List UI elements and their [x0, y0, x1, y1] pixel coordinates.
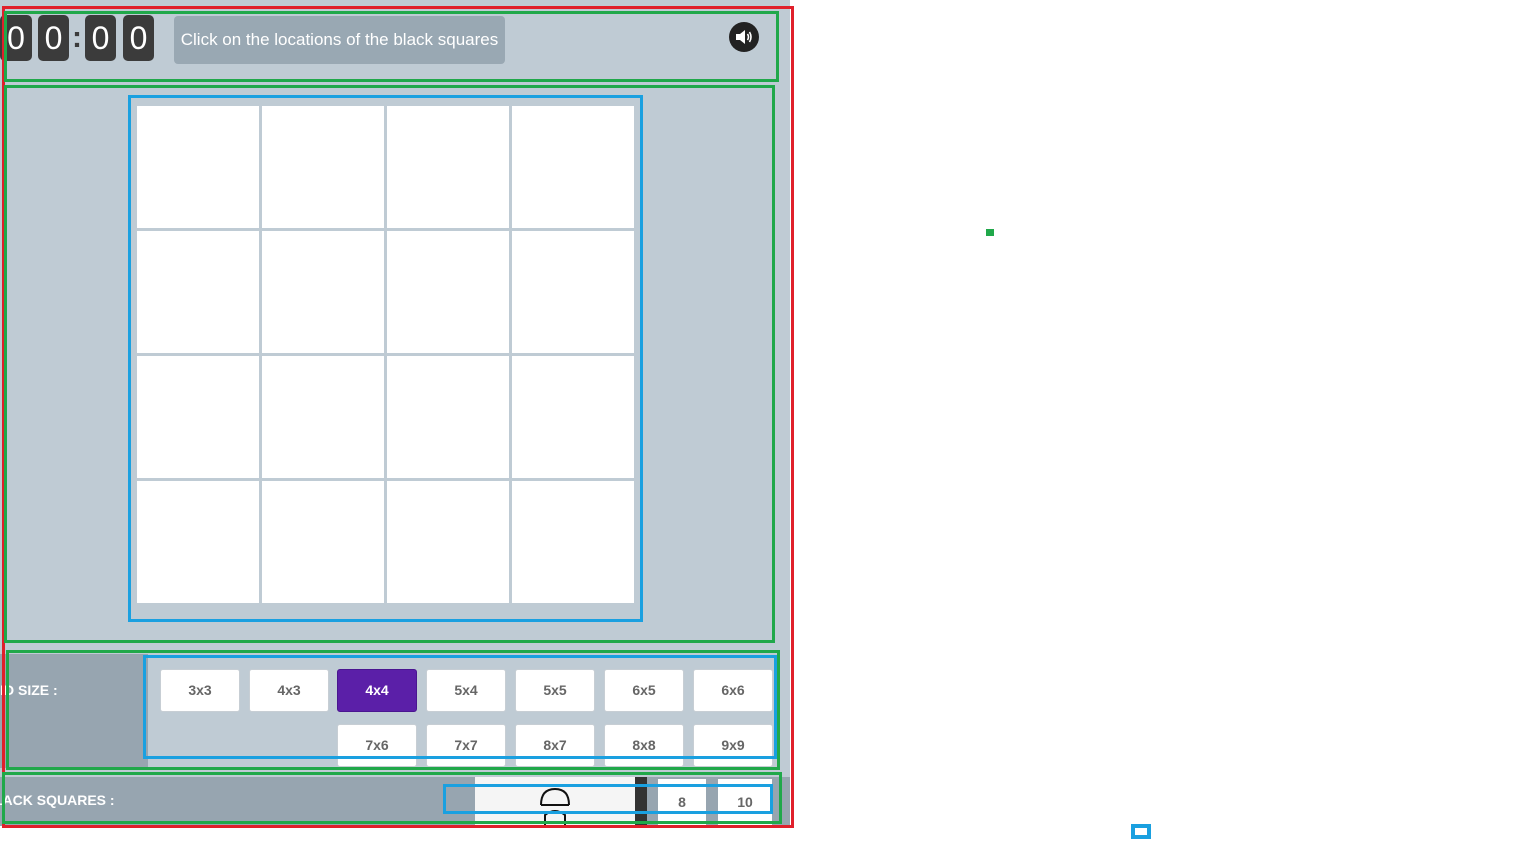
timer-digit: 0 — [123, 15, 154, 61]
grid-cell[interactable] — [387, 356, 509, 478]
sound-toggle-button[interactable] — [729, 22, 759, 52]
grid-size-panel: RID SIZE : 3x34x34x45x45x56x56x67x67x78x… — [0, 654, 790, 768]
grid-cell[interactable] — [512, 481, 634, 603]
timer-separator: : — [72, 21, 82, 54]
memory-grid — [130, 98, 640, 618]
grid-cell[interactable] — [387, 231, 509, 353]
grid-size-option-5x4[interactable]: 5x4 — [426, 669, 506, 712]
grid-size-option-7x7[interactable]: 7x7 — [426, 724, 506, 767]
annotation-marker — [986, 229, 994, 236]
grid-cell[interactable] — [262, 356, 384, 478]
instruction-banner: Click on the locations of the black squa… — [174, 16, 505, 64]
grid-cell[interactable] — [512, 356, 634, 478]
black-squares-option[interactable]: 10 — [718, 779, 772, 825]
grid-size-option-4x3[interactable]: 4x3 — [249, 669, 329, 712]
board-area — [0, 88, 790, 644]
game-header: 0 0 : 0 0 Click on the locations of the … — [0, 0, 790, 84]
grid-cell[interactable] — [262, 231, 384, 353]
grid-size-option-3x3[interactable]: 3x3 — [160, 669, 240, 712]
grid-size-option-5x5[interactable]: 5x5 — [515, 669, 595, 712]
grid-size-option-6x5[interactable]: 6x5 — [604, 669, 684, 712]
black-squares-panel: LACK SQUARES : 8 10 — [0, 777, 790, 826]
grid-cell[interactable] — [512, 106, 634, 228]
grid-cell[interactable] — [137, 231, 259, 353]
grid-cell[interactable] — [137, 481, 259, 603]
timer-digit: 0 — [38, 15, 69, 61]
grid-cell[interactable] — [387, 106, 509, 228]
grid-size-option-7x6[interactable]: 7x6 — [337, 724, 417, 767]
grid-cell[interactable] — [387, 481, 509, 603]
game-app: 0 0 : 0 0 Click on the locations of the … — [0, 0, 790, 826]
grid-cell[interactable] — [262, 481, 384, 603]
grid-cell[interactable] — [137, 356, 259, 478]
black-squares-label: LACK SQUARES : — [0, 792, 115, 808]
slider-handle-icon[interactable] — [539, 787, 571, 826]
grid-cell[interactable] — [512, 231, 634, 353]
timer-digit: 0 — [85, 15, 116, 61]
grid-size-label: RID SIZE : — [0, 682, 58, 698]
grid-size-option-9x9[interactable]: 9x9 — [693, 724, 773, 767]
grid-size-option-6x6[interactable]: 6x6 — [693, 669, 773, 712]
grid-cell[interactable] — [137, 106, 259, 228]
grid-cell[interactable] — [262, 106, 384, 228]
grid-size-option-8x8[interactable]: 8x8 — [604, 724, 684, 767]
speaker-icon — [736, 30, 752, 44]
black-squares-option[interactable]: 8 — [658, 779, 706, 825]
timer-digit: 0 — [0, 15, 32, 61]
slider-bar — [635, 777, 647, 826]
annotation-marker — [1131, 824, 1151, 839]
grid-size-option-8x7[interactable]: 8x7 — [515, 724, 595, 767]
grid-size-option-4x4[interactable]: 4x4 — [337, 669, 417, 712]
grid-size-options: 3x3 4x3 4x4 5x4 5x5 6x5 6x6 7x6 7x7 8x7 8x8 9x9 — [148, 654, 790, 768]
